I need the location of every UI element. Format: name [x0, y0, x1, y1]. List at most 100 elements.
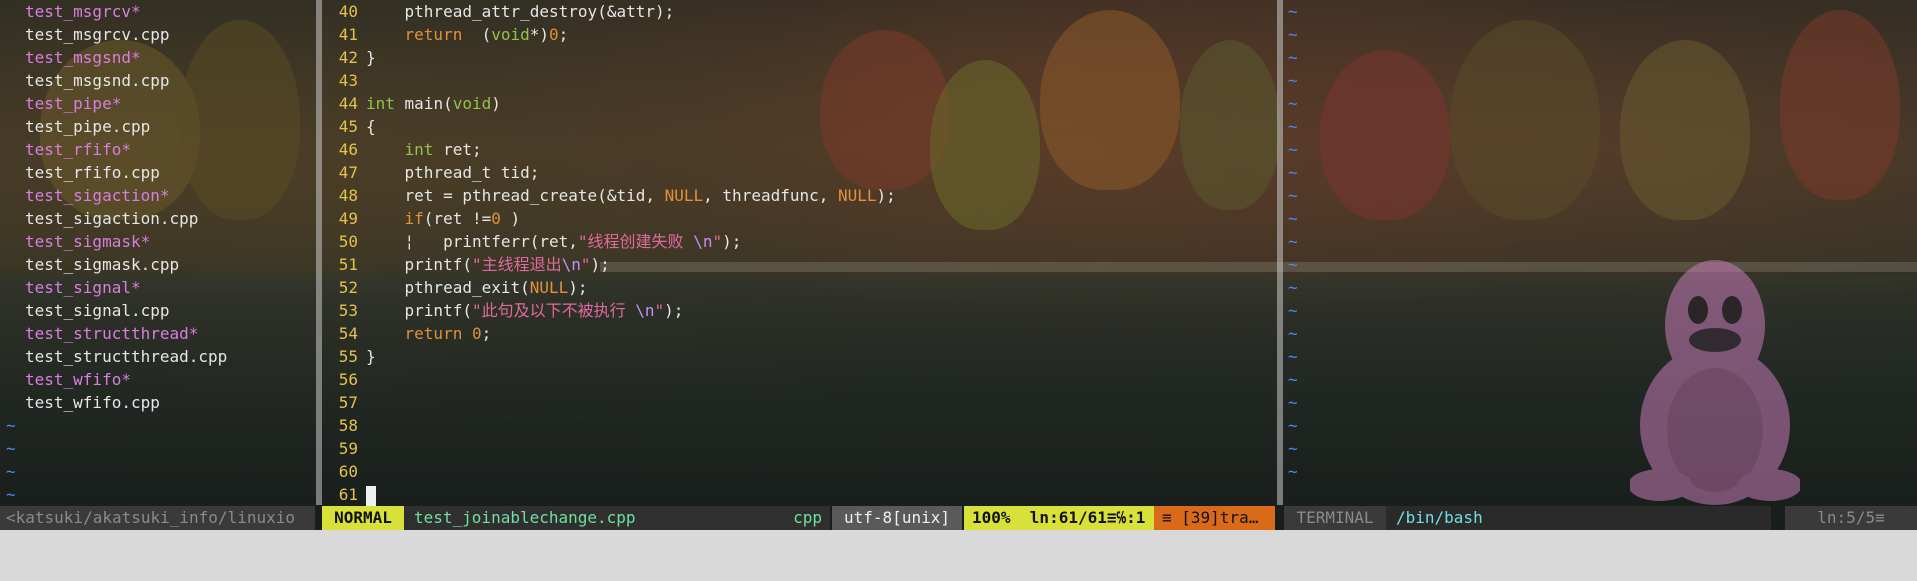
code-token: void: [452, 94, 492, 113]
code-line[interactable]: 52 pthread_exit(NULL);: [322, 276, 1275, 299]
code-token: NULL: [529, 278, 569, 297]
file-entry[interactable]: test_sigmask*: [0, 230, 315, 253]
line-number: 48: [338, 186, 358, 205]
code-token: main(: [394, 94, 453, 113]
code-line[interactable]: 49 if(ret !=0 ): [322, 207, 1275, 230]
code-line[interactable]: 46 int ret;: [322, 138, 1275, 161]
line-number: 50: [338, 232, 358, 251]
file-entry[interactable]: test_signal*: [0, 276, 315, 299]
code-token: ;: [481, 324, 492, 343]
window-bottom-bar: [0, 530, 1917, 581]
tux-penguin-logo: [1630, 260, 1800, 505]
line-number: 61: [338, 485, 358, 504]
encoding-indicator: utf-8[unix]: [832, 506, 962, 530]
code-line[interactable]: 54 return 0;: [322, 322, 1275, 345]
file-entry[interactable]: test_msgsnd*: [0, 46, 315, 69]
code-line[interactable]: 47 pthread_t tid;: [322, 161, 1275, 184]
line-number: 56: [338, 370, 358, 389]
file-entry[interactable]: test_rfifo*: [0, 138, 315, 161]
file-entry[interactable]: test_sigmask.cpp: [0, 253, 315, 276]
file-entry[interactable]: test_rfifo.cpp: [0, 161, 315, 184]
code-line[interactable]: 42}: [322, 46, 1275, 69]
line-number: 55: [338, 347, 358, 366]
code-line[interactable]: 57: [322, 391, 1275, 414]
file-entry[interactable]: test_structthread.cpp: [0, 345, 315, 368]
code-token: \n: [635, 301, 655, 320]
code-line[interactable]: 50 ¦ printferr(ret,"线程创建失败 \n");: [322, 230, 1275, 253]
line-number: 49: [338, 209, 358, 228]
cursor-position: 100% ln:61/61≡℅:1: [964, 506, 1154, 530]
code-line[interactable]: 58: [322, 414, 1275, 437]
empty-line-marker: ~: [1288, 140, 1298, 159]
code-token: ): [500, 209, 521, 228]
file-entry[interactable]: test_pipe.cpp: [0, 115, 315, 138]
filetype-indicator: cpp: [760, 506, 830, 530]
line-number: 53: [338, 301, 358, 320]
empty-line-marker: ~: [1288, 2, 1298, 21]
file-entry[interactable]: test_structthread*: [0, 322, 315, 345]
code-token: printf(: [366, 255, 472, 274]
code-line[interactable]: 43: [322, 69, 1275, 92]
code-token: 0: [491, 209, 501, 228]
empty-line-marker: ~: [1288, 416, 1298, 435]
file-entry[interactable]: test_signal.cpp: [0, 299, 315, 322]
empty-line-marker: ~: [1288, 462, 1298, 481]
empty-line-marker: ~: [1288, 25, 1298, 44]
file-entry[interactable]: test_msgrcv.cpp: [0, 23, 315, 46]
empty-line-marker: ~: [6, 439, 16, 458]
line-number: 59: [338, 439, 358, 458]
code-line[interactable]: 48 ret = pthread_create(&tid, NULL, thre…: [322, 184, 1275, 207]
empty-line-marker: ~: [1288, 186, 1298, 205]
line-number: 41: [338, 25, 358, 44]
line-number: 51: [338, 255, 358, 274]
code-token: int: [404, 140, 434, 159]
file-entry[interactable]: test_msgsnd.cpp: [0, 69, 315, 92]
code-token: );: [876, 186, 896, 205]
file-entry[interactable]: test_wfifo.cpp: [0, 391, 315, 414]
file-browser-pane[interactable]: test_msgrcv* test_msgrcv.cpp test_msgsnd* t…: [0, 0, 315, 505]
terminal-pane[interactable]: ~ ~ ~ ~ ~ ~ ~ ~ ~ ~ ~ ~ ~ ~ ~ ~ ~ ~ ~ ~ ~: [1284, 0, 1917, 505]
code-token: 0: [471, 324, 482, 343]
code-token: );: [664, 301, 684, 320]
line-number: 40: [338, 2, 358, 21]
code-token: , threadfunc,: [703, 186, 839, 205]
code-line[interactable]: 56: [322, 368, 1275, 391]
code-token: ¦ printferr(ret,: [366, 232, 578, 251]
code-token: );: [590, 255, 610, 274]
code-token: \n: [693, 232, 713, 251]
file-entry[interactable]: test_sigaction*: [0, 184, 315, 207]
code-line[interactable]: 41 return (void*)0;: [322, 23, 1275, 46]
code-line[interactable]: 59: [322, 437, 1275, 460]
code-token: (ret !=: [423, 209, 492, 228]
file-entry[interactable]: test_pipe*: [0, 92, 315, 115]
file-entry[interactable]: test_wfifo*: [0, 368, 315, 391]
file-entry[interactable]: test_msgrcv*: [0, 0, 315, 23]
code-token: NULL: [664, 186, 704, 205]
code-line[interactable]: 53 printf("此句及以下不被执行 \n");: [322, 299, 1275, 322]
code-token: 0: [549, 25, 559, 44]
empty-line-marker: ~: [1288, 301, 1298, 320]
trailing-whitespace-warning: ≡ [39]tra…: [1154, 506, 1275, 530]
code-line[interactable]: 60: [322, 460, 1275, 483]
code-token: ): [491, 94, 501, 113]
code-line[interactable]: 61: [322, 483, 1275, 506]
code-token: if: [404, 209, 424, 228]
pane-separator-right[interactable]: [1277, 0, 1283, 505]
code-token: {: [366, 117, 376, 136]
terminal-shell: /bin/bash: [1386, 506, 1771, 530]
line-number: 46: [338, 140, 358, 159]
code-line[interactable]: 55}: [322, 345, 1275, 368]
code-token: return: [404, 324, 463, 343]
code-line[interactable]: 45 {: [322, 115, 1275, 138]
code-token: void: [491, 25, 530, 44]
code-token: return: [404, 25, 463, 44]
code-line[interactable]: 40 pthread_attr_destroy(&attr);: [322, 0, 1275, 23]
file-entry[interactable]: test_sigaction.cpp: [0, 207, 315, 230]
editor-pane[interactable]: 40 pthread_attr_destroy(&attr); 41 return…: [322, 0, 1275, 506]
code-line[interactable]: 44 int main(void): [322, 92, 1275, 115]
code-line[interactable]: 51 printf("主线程退出\n");: [322, 253, 1275, 276]
empty-line-marker: ~: [1288, 232, 1298, 251]
